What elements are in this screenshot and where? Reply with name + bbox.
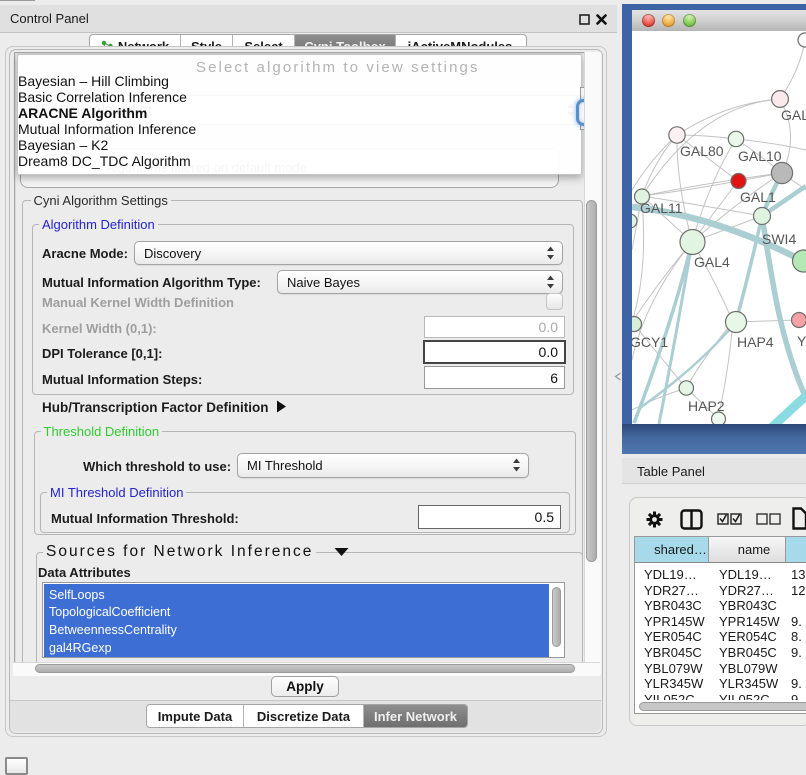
- svg-text:GAL4: GAL4: [694, 254, 730, 270]
- svg-text:YM: YM: [797, 333, 806, 349]
- svg-text:GAL10: GAL10: [738, 148, 782, 164]
- svg-text:SWI4: SWI4: [762, 231, 796, 247]
- svg-text:GAL7: GAL7: [781, 107, 806, 123]
- svg-text:HAP4: HAP4: [737, 334, 774, 350]
- svg-text:GAL11: GAL11: [640, 200, 683, 216]
- svg-text:GAL1: GAL1: [740, 189, 776, 205]
- svg-text:GCY1: GCY1: [632, 334, 668, 350]
- svg-text:HAP2: HAP2: [688, 398, 725, 414]
- svg-text:GAL80: GAL80: [680, 143, 724, 159]
